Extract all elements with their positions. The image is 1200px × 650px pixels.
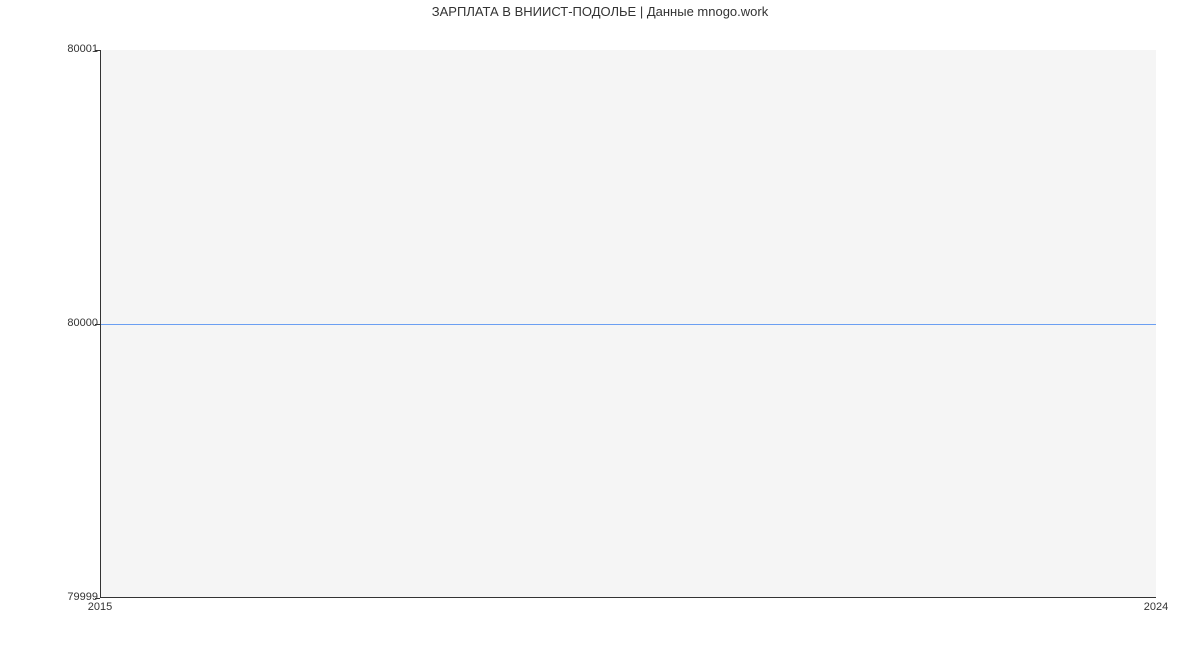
chart-title: ЗАРПЛАТА В ВНИИСТ-ПОДОЛЬЕ | Данные mnogo… [0,4,1200,19]
y-tick-label: 80000 [8,318,98,329]
x-tick-label: 2015 [80,602,120,613]
y-tick-mark [95,598,100,599]
x-tick-label: 2024 [1136,602,1176,613]
y-tick-label: 80001 [8,44,98,55]
plot-area [100,50,1156,598]
salary-line [101,324,1156,325]
